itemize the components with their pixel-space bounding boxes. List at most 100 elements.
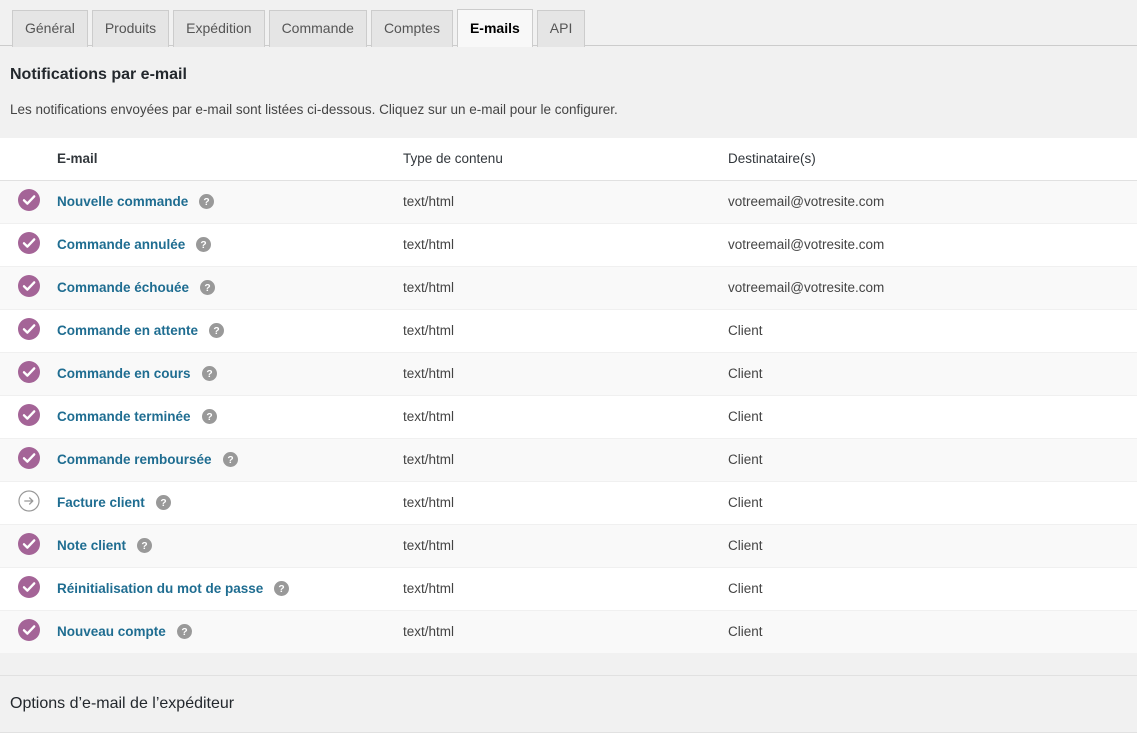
enabled-check-icon[interactable] — [18, 533, 40, 558]
table-row[interactable]: Commande en attente?text/htmlClient — [0, 309, 1137, 352]
help-icon[interactable]: ? — [177, 624, 192, 639]
cell-email-name[interactable]: Réinitialisation du mot de passe? — [57, 567, 403, 610]
table-header-row: E-mail Type de contenu Destinataire(s) — [0, 138, 1137, 181]
email-link[interactable]: Commande en attente — [57, 323, 198, 338]
help-icon[interactable]: ? — [199, 194, 214, 209]
table-header: E-mail Type de contenu Destinataire(s) — [0, 138, 1137, 181]
email-link[interactable]: Commande annulée — [57, 237, 185, 252]
help-icon[interactable]: ? — [156, 495, 171, 510]
tab-api[interactable]: API — [537, 10, 586, 47]
email-link[interactable]: Commande en cours — [57, 366, 191, 381]
cell-status[interactable] — [0, 524, 57, 567]
help-icon[interactable]: ? — [200, 280, 215, 295]
cell-status[interactable] — [0, 438, 57, 481]
cell-status[interactable] — [0, 180, 57, 223]
email-link[interactable]: Réinitialisation du mot de passe — [57, 581, 263, 596]
cell-status[interactable] — [0, 395, 57, 438]
manual-arrow-icon[interactable] — [18, 490, 40, 515]
svg-text:?: ? — [181, 627, 187, 638]
table-body: Nouvelle commande?text/htmlvotreemail@vo… — [0, 180, 1137, 653]
email-link[interactable]: Commande échouée — [57, 280, 189, 295]
email-link[interactable]: Facture client — [57, 495, 145, 510]
help-icon[interactable]: ? — [196, 237, 211, 252]
table-row[interactable]: Commande en cours?text/htmlClient — [0, 352, 1137, 395]
svg-text:?: ? — [204, 283, 210, 294]
section-divider — [0, 732, 1137, 743]
table-row[interactable]: Commande remboursée?text/htmlClient — [0, 438, 1137, 481]
tab-produits[interactable]: Produits — [92, 10, 169, 47]
table-row[interactable]: Facture client?text/htmlClient — [0, 481, 1137, 524]
svg-text:?: ? — [227, 455, 233, 466]
enabled-check-icon[interactable] — [18, 318, 40, 343]
tab-comptes[interactable]: Comptes — [371, 10, 453, 47]
cell-email-name[interactable]: Commande remboursée? — [57, 438, 403, 481]
help-icon[interactable]: ? — [202, 366, 217, 381]
cell-email-name[interactable]: Commande échouée? — [57, 266, 403, 309]
email-notifications-table: E-mail Type de contenu Destinataire(s) N… — [0, 138, 1137, 653]
column-header-recipients: Destinataire(s) — [728, 138, 1137, 181]
table-row[interactable]: Commande annulée?text/htmlvotreemail@vot… — [0, 223, 1137, 266]
cell-email-name[interactable]: Facture client? — [57, 481, 403, 524]
enabled-check-icon[interactable] — [18, 275, 40, 300]
cell-recipients: Client — [728, 524, 1137, 567]
cell-content-type: text/html — [403, 567, 728, 610]
email-link[interactable]: Note client — [57, 538, 126, 553]
svg-text:?: ? — [141, 541, 147, 552]
tab-emails[interactable]: E-mails — [457, 9, 533, 47]
cell-status[interactable] — [0, 266, 57, 309]
cell-email-name[interactable]: Nouveau compte? — [57, 610, 403, 653]
cell-email-name[interactable]: Commande annulée? — [57, 223, 403, 266]
enabled-check-icon[interactable] — [18, 619, 40, 644]
cell-status[interactable] — [0, 481, 57, 524]
cell-email-name[interactable]: Note client? — [57, 524, 403, 567]
tab-commande[interactable]: Commande — [269, 10, 367, 47]
help-icon[interactable]: ? — [274, 581, 289, 596]
cell-status[interactable] — [0, 309, 57, 352]
enabled-check-icon[interactable] — [18, 361, 40, 386]
table-row[interactable]: Nouveau compte?text/htmlClient — [0, 610, 1137, 653]
email-link[interactable]: Nouveau compte — [57, 624, 166, 639]
help-icon[interactable]: ? — [209, 323, 224, 338]
table-row[interactable]: Commande échouée?text/htmlvotreemail@vot… — [0, 266, 1137, 309]
email-link[interactable]: Commande terminée — [57, 409, 191, 424]
enabled-check-icon[interactable] — [18, 576, 40, 601]
help-icon[interactable]: ? — [223, 452, 238, 467]
settings-tab-bar: GénéralProduitsExpéditionCommandeComptes… — [0, 0, 1137, 46]
cell-content-type: text/html — [403, 481, 728, 524]
svg-text:?: ? — [206, 369, 212, 380]
table-row[interactable]: Note client?text/htmlClient — [0, 524, 1137, 567]
table-row[interactable]: Réinitialisation du mot de passe?text/ht… — [0, 567, 1137, 610]
cell-email-name[interactable]: Nouvelle commande? — [57, 180, 403, 223]
tab-general[interactable]: Général — [12, 10, 88, 47]
cell-status[interactable] — [0, 567, 57, 610]
column-header-status — [0, 138, 57, 181]
email-link[interactable]: Commande remboursée — [57, 452, 212, 467]
cell-content-type: text/html — [403, 352, 728, 395]
cell-status[interactable] — [0, 223, 57, 266]
cell-recipients: Client — [728, 438, 1137, 481]
sender-options-section: Options d’e-mail de l’expéditeur — [0, 675, 1137, 743]
help-icon[interactable]: ? — [137, 538, 152, 553]
enabled-check-icon[interactable] — [18, 232, 40, 257]
email-link[interactable]: Nouvelle commande — [57, 194, 188, 209]
table-row[interactable]: Commande terminée?text/htmlClient — [0, 395, 1137, 438]
column-header-email: E-mail — [57, 138, 403, 181]
cell-email-name[interactable]: Commande en cours? — [57, 352, 403, 395]
cell-status[interactable] — [0, 610, 57, 653]
email-settings-page: Notifications par e-mail Les notificatio… — [0, 64, 1137, 743]
cell-content-type: text/html — [403, 309, 728, 352]
cell-recipients: Client — [728, 567, 1137, 610]
cell-email-name[interactable]: Commande en attente? — [57, 309, 403, 352]
cell-email-name[interactable]: Commande terminée? — [57, 395, 403, 438]
table-row[interactable]: Nouvelle commande?text/htmlvotreemail@vo… — [0, 180, 1137, 223]
enabled-check-icon[interactable] — [18, 404, 40, 429]
cell-recipients: Client — [728, 395, 1137, 438]
svg-text:?: ? — [204, 197, 210, 208]
enabled-check-icon[interactable] — [18, 189, 40, 214]
cell-status[interactable] — [0, 352, 57, 395]
enabled-check-icon[interactable] — [18, 447, 40, 472]
tab-expedition[interactable]: Expédition — [173, 10, 264, 47]
cell-content-type: text/html — [403, 266, 728, 309]
column-header-content-type: Type de contenu — [403, 138, 728, 181]
help-icon[interactable]: ? — [202, 409, 217, 424]
